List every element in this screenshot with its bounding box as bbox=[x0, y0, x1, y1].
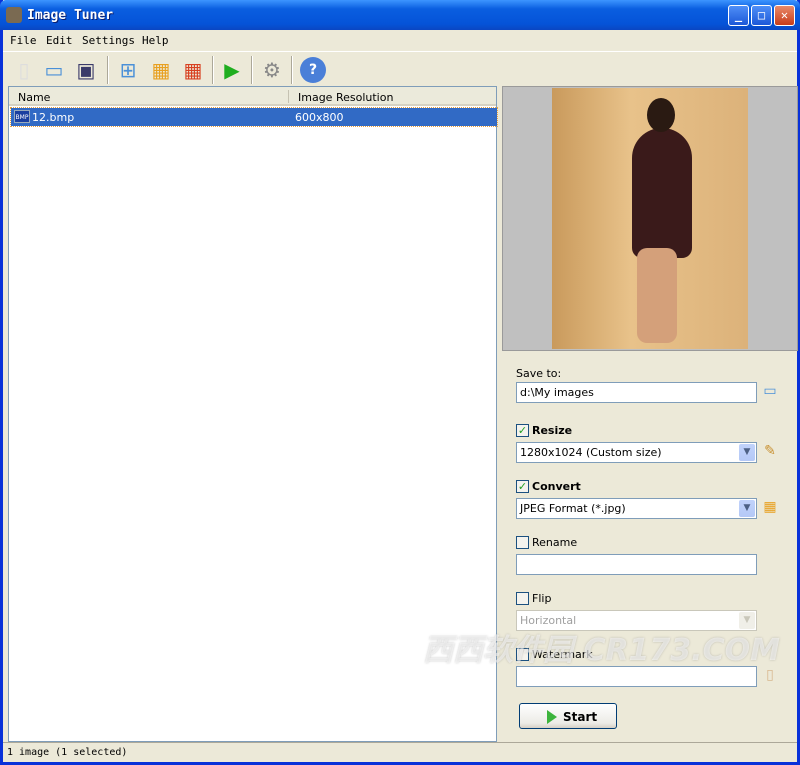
image-list[interactable]: Name Image Resolution BMP 12.bmp 600x800 bbox=[8, 86, 498, 742]
save-to-input[interactable]: d:\My images bbox=[516, 382, 757, 403]
rename-checkbox[interactable] bbox=[516, 536, 529, 549]
watermark-checkbox[interactable] bbox=[516, 648, 529, 661]
watermark-settings-icon[interactable]: ▯ bbox=[761, 667, 779, 685]
play-icon bbox=[547, 710, 557, 724]
flip-value: Horizontal bbox=[520, 614, 577, 627]
toolbar-separator bbox=[212, 56, 214, 84]
start-label: Start bbox=[563, 710, 598, 724]
chevron-down-icon[interactable]: ▼ bbox=[739, 444, 755, 461]
flip-checkbox[interactable] bbox=[516, 592, 529, 605]
browse-folder-icon[interactable]: ▭ bbox=[761, 383, 779, 401]
add-image-icon[interactable]: ▦ bbox=[148, 57, 174, 83]
menu-help[interactable]: Help bbox=[142, 34, 169, 47]
convert-checkbox[interactable]: ✓ bbox=[516, 480, 529, 493]
rename-input[interactable] bbox=[516, 554, 757, 575]
resize-label: Resize bbox=[532, 424, 573, 437]
format-settings-icon[interactable]: ▦ bbox=[761, 499, 779, 517]
list-header: Name Image Resolution bbox=[9, 87, 496, 106]
table-row[interactable]: BMP 12.bmp 600x800 bbox=[10, 107, 498, 127]
flip-select[interactable]: Horizontal ▼ bbox=[516, 610, 757, 631]
convert-label: Convert bbox=[532, 480, 581, 493]
column-resolution[interactable]: Image Resolution bbox=[298, 91, 393, 104]
window-title: Image Tuner bbox=[27, 8, 114, 23]
minimize-button[interactable]: _ bbox=[728, 5, 749, 26]
convert-select[interactable]: JPEG Format (*.jpg) ▼ bbox=[516, 498, 757, 519]
menu-settings[interactable]: Settings bbox=[82, 34, 135, 47]
new-file-icon[interactable]: ▯ bbox=[11, 57, 37, 83]
resize-value: 1280x1024 (Custom size) bbox=[520, 446, 662, 459]
help-icon[interactable]: ? bbox=[300, 57, 326, 83]
start-button[interactable]: Start bbox=[519, 703, 617, 729]
save-icon[interactable]: ▣ bbox=[73, 57, 99, 83]
rename-label: Rename bbox=[532, 536, 578, 549]
resize-checkbox[interactable]: ✓ bbox=[516, 424, 529, 437]
column-name[interactable]: Name bbox=[18, 91, 50, 104]
menu-file[interactable]: File bbox=[10, 34, 37, 47]
bmp-file-icon: BMP bbox=[14, 110, 30, 123]
settings-gear-icon[interactable]: ⚙ bbox=[259, 57, 285, 83]
convert-value: JPEG Format (*.jpg) bbox=[520, 502, 626, 515]
file-resolution: 600x800 bbox=[295, 111, 344, 124]
edit-size-icon[interactable]: ✎ bbox=[761, 443, 779, 461]
preview-photo bbox=[552, 88, 748, 349]
open-folder-icon[interactable]: ▭ bbox=[41, 57, 67, 83]
app-icon bbox=[6, 7, 22, 23]
toolbar-separator bbox=[251, 56, 253, 84]
status-text: 1 image (1 selected) bbox=[7, 747, 128, 758]
watermark-label: Watermark bbox=[532, 648, 593, 661]
remove-image-icon[interactable]: ▦ bbox=[180, 57, 206, 83]
toolbar: ▯ ▭ ▣ ⊞ ▦ ▦ ▶ ⚙ ? bbox=[3, 51, 797, 85]
app-window: Image Tuner _ □ ✕ File Edit Settings Hel… bbox=[0, 0, 800, 765]
run-icon[interactable]: ▶ bbox=[219, 57, 245, 83]
chevron-down-icon: ▼ bbox=[739, 612, 755, 629]
add-folder-icon[interactable]: ⊞ bbox=[115, 57, 141, 83]
watermark-input[interactable] bbox=[516, 666, 757, 687]
menu-edit[interactable]: Edit bbox=[46, 34, 73, 47]
resize-select[interactable]: 1280x1024 (Custom size) ▼ bbox=[516, 442, 757, 463]
menu-bar: File Edit Settings Help bbox=[3, 30, 797, 50]
toolbar-separator bbox=[291, 56, 293, 84]
image-preview bbox=[502, 86, 798, 351]
close-button[interactable]: ✕ bbox=[774, 5, 795, 26]
save-to-label: Save to: bbox=[516, 367, 562, 380]
chevron-down-icon[interactable]: ▼ bbox=[739, 500, 755, 517]
flip-label: Flip bbox=[532, 592, 552, 605]
toolbar-separator bbox=[107, 56, 109, 84]
column-divider[interactable] bbox=[288, 90, 289, 103]
title-bar: Image Tuner _ □ ✕ bbox=[0, 0, 800, 30]
file-name: 12.bmp bbox=[32, 111, 75, 124]
maximize-button[interactable]: □ bbox=[751, 5, 772, 26]
status-bar: 1 image (1 selected) bbox=[3, 742, 797, 762]
